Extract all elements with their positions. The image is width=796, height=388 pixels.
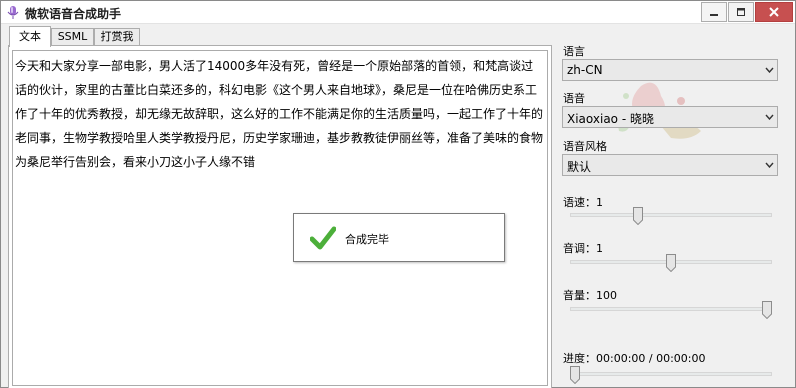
style-select[interactable]: 默认 xyxy=(562,154,778,176)
progress-slider-track[interactable] xyxy=(570,372,772,376)
volume-slider-track[interactable] xyxy=(570,307,772,311)
pitch-value: 1 xyxy=(596,242,603,255)
language-value: zh-CN xyxy=(567,63,603,77)
rate-slider-thumb[interactable] xyxy=(633,207,644,225)
maximize-icon xyxy=(737,8,745,16)
chevron-down-icon xyxy=(760,107,777,127)
volume-slider-thumb[interactable] xyxy=(762,301,772,319)
minimize-button[interactable] xyxy=(701,2,727,22)
checkmark-icon xyxy=(310,226,336,250)
pitch-label-text: 音调： xyxy=(563,242,596,255)
tab-donate[interactable]: 打赏我 xyxy=(94,28,140,46)
volume-value: 100 xyxy=(596,289,617,302)
app-window: 微软语音合成助手 文本 SSML 打赏我 今天和大家分享一部电影，男人活了140… xyxy=(0,0,796,388)
rate-label-text: 语速： xyxy=(563,196,596,209)
voice-label: 语音 xyxy=(563,92,585,105)
completion-toast: 合成完毕 xyxy=(293,213,505,262)
tab-text[interactable]: 文本 xyxy=(9,26,51,47)
volume-label-text: 音量： xyxy=(563,289,596,302)
chevron-down-icon xyxy=(760,60,777,80)
pitch-label: 音调：1 xyxy=(563,240,603,256)
window-title: 微软语音合成助手 xyxy=(25,7,122,21)
maximize-button[interactable] xyxy=(728,2,754,22)
progress-value: 00:00:00 / 00:00:00 xyxy=(596,352,706,365)
toast-message: 合成完毕 xyxy=(345,233,389,246)
rate-value: 1 xyxy=(596,196,603,209)
progress-label-text: 进度： xyxy=(563,352,596,365)
progress-slider-thumb[interactable] xyxy=(570,366,580,384)
microphone-icon xyxy=(7,6,19,19)
title-bar: 微软语音合成助手 xyxy=(1,1,795,24)
progress-label: 进度：00:00:00 / 00:00:00 xyxy=(563,350,706,366)
rate-slider-track[interactable] xyxy=(570,213,772,217)
pitch-slider-thumb[interactable] xyxy=(666,254,676,272)
volume-label: 音量：100 xyxy=(563,287,617,303)
language-select[interactable]: zh-CN xyxy=(562,59,778,81)
close-icon xyxy=(769,7,779,17)
rate-label: 语速：1 xyxy=(563,194,603,210)
close-button[interactable] xyxy=(755,2,793,22)
chevron-down-icon xyxy=(760,155,777,175)
minimize-icon xyxy=(710,14,718,16)
voice-value: Xiaoxiao - 晓晓 xyxy=(567,112,654,126)
language-label: 语言 xyxy=(563,45,585,58)
voice-select[interactable]: Xiaoxiao - 晓晓 xyxy=(562,106,778,128)
style-value: 默认 xyxy=(567,160,592,174)
tab-ssml[interactable]: SSML xyxy=(51,28,94,46)
style-label: 语音风格 xyxy=(563,140,607,153)
